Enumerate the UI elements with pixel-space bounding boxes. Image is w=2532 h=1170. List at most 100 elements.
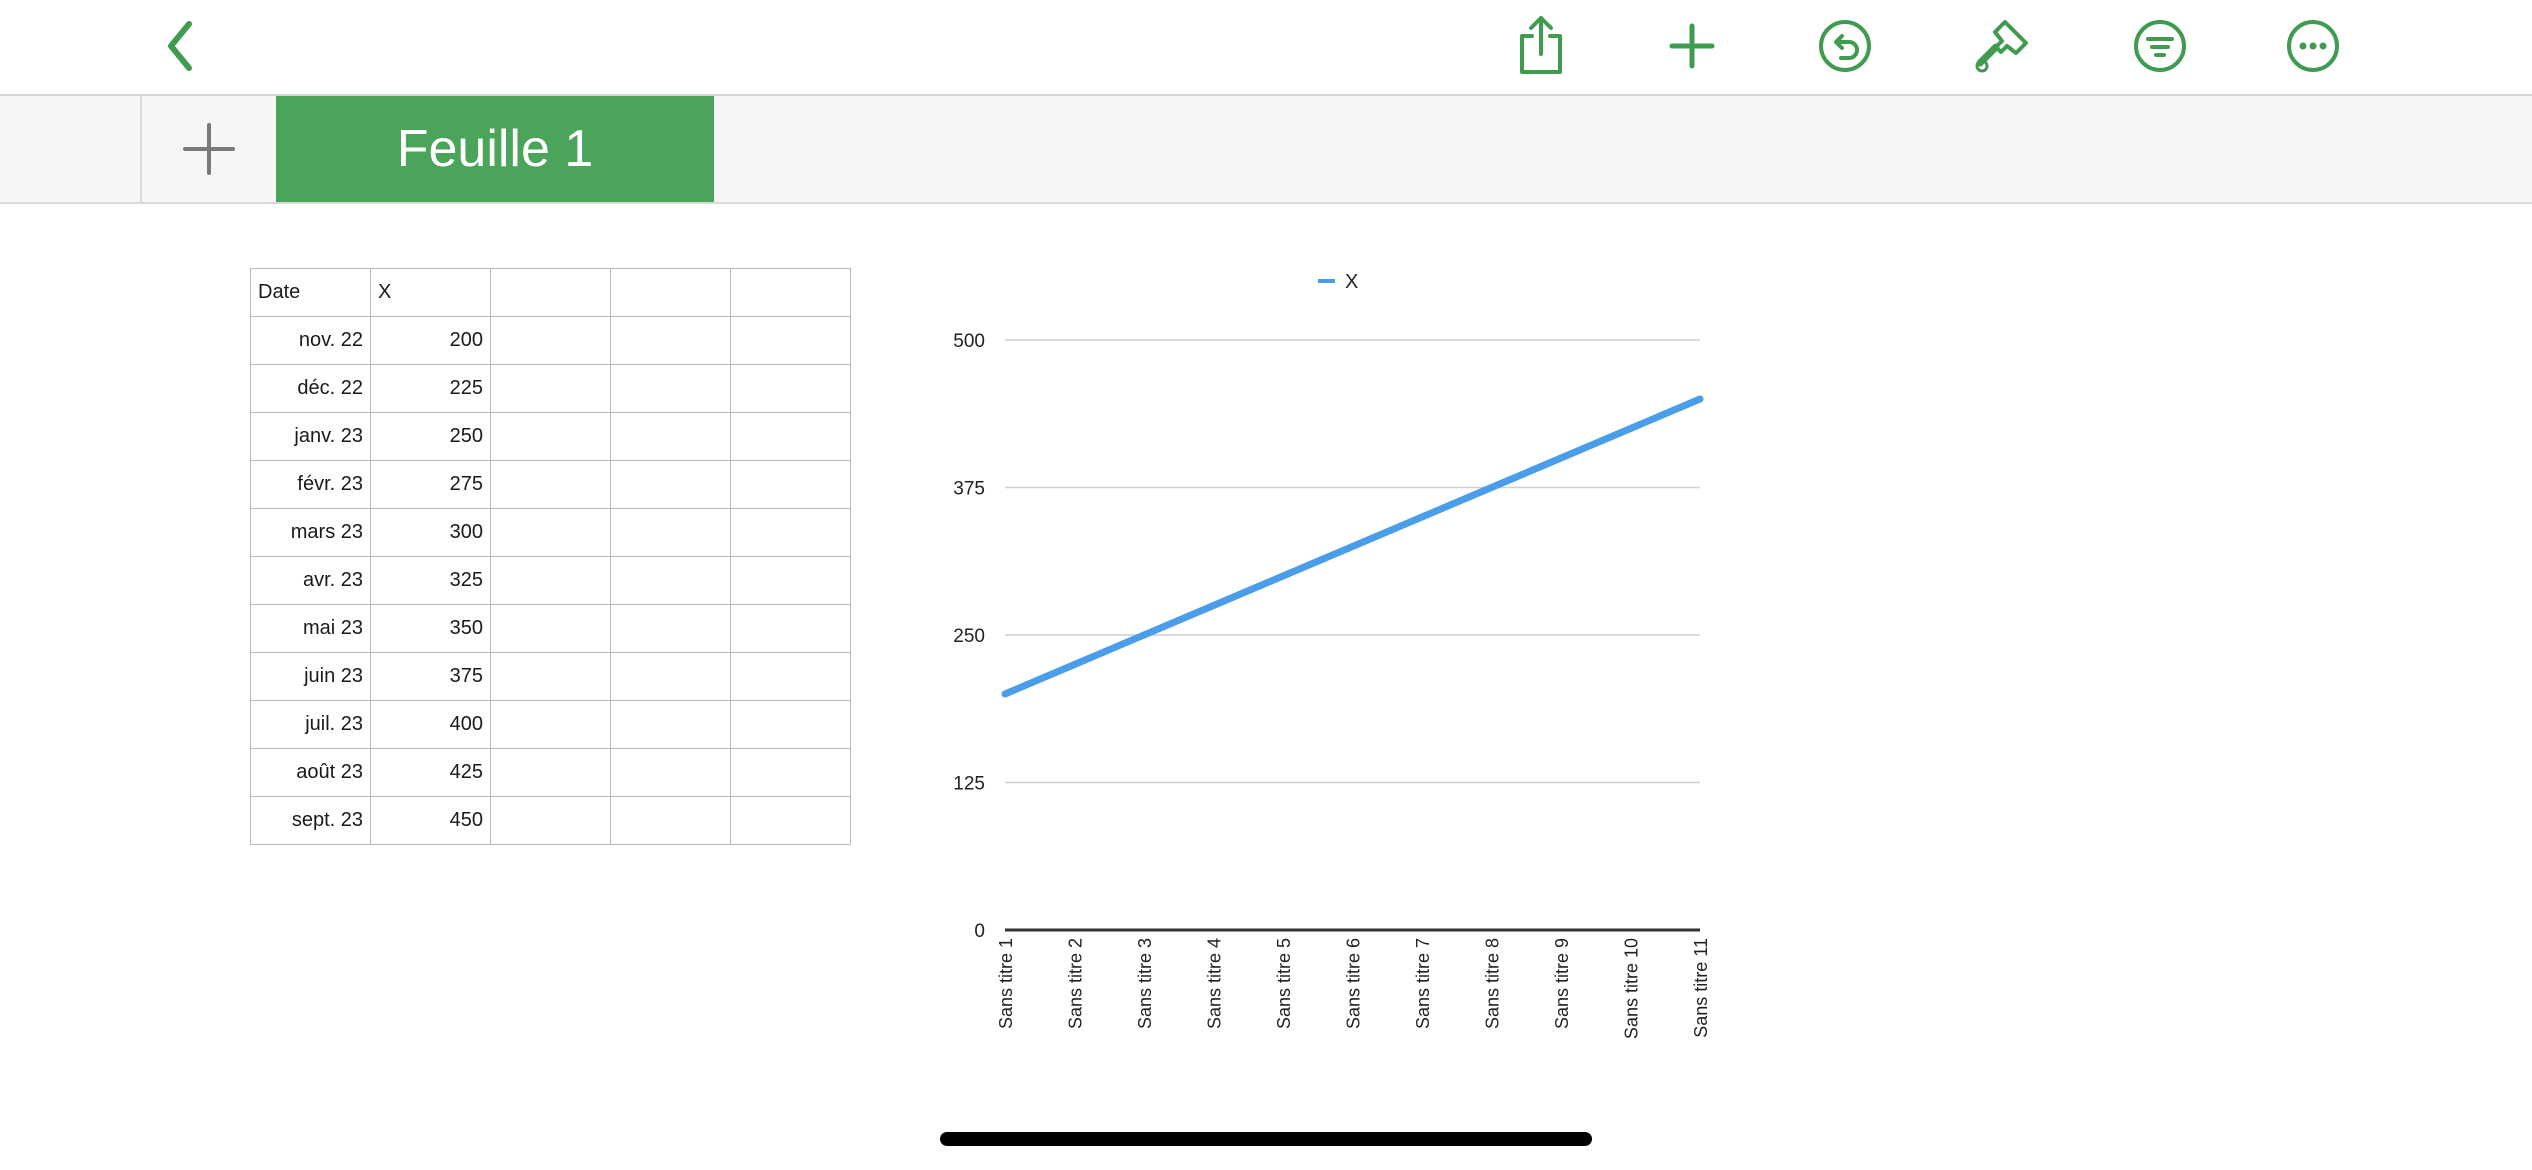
table-cell[interactable] — [610, 508, 731, 557]
table-cell[interactable]: janv. 23 — [250, 412, 371, 461]
header-cell[interactable]: X — [370, 268, 491, 317]
table-cell[interactable] — [730, 796, 851, 845]
table-cell[interactable] — [730, 508, 851, 557]
table-cell[interactable] — [610, 364, 731, 413]
home-indicator — [940, 1132, 1592, 1146]
back-button[interactable] — [146, 11, 216, 81]
table-cell[interactable] — [490, 796, 611, 845]
add-sheet-button[interactable] — [140, 96, 276, 202]
table-cell[interactable] — [490, 556, 611, 605]
table-cell[interactable] — [730, 748, 851, 797]
x-tick-label: Sans titre 7 — [1413, 938, 1433, 1029]
tab-feuille-1[interactable]: Feuille 1 — [276, 96, 714, 202]
undo-button[interactable] — [1810, 11, 1880, 81]
table-cell[interactable]: août 23 — [250, 748, 371, 797]
table-cell[interactable]: févr. 23 — [250, 460, 371, 509]
spreadsheet-table: Date Xnov. 22 200 déc. 22 225 janv. 23 250 févr… — [250, 268, 851, 845]
table-cell[interactable]: nov. 22 — [250, 316, 371, 365]
share-button[interactable] — [1506, 11, 1576, 81]
table-cell[interactable] — [610, 796, 731, 845]
table-cell[interactable]: mars 23 — [250, 508, 371, 557]
x-tick-label: Sans titre 9 — [1552, 938, 1572, 1029]
toolbar — [0, 0, 2532, 96]
table-cell[interactable] — [730, 412, 851, 461]
chevron-left-icon — [168, 21, 192, 71]
plus-icon — [1669, 23, 1715, 69]
table-cell[interactable] — [730, 364, 851, 413]
table-cell[interactable] — [490, 748, 611, 797]
table-cell[interactable] — [610, 700, 731, 749]
x-tick-label: Sans titre 4 — [1205, 938, 1225, 1029]
table-cell[interactable] — [610, 412, 731, 461]
table-cell[interactable] — [610, 748, 731, 797]
table-cell[interactable]: 225 — [370, 364, 491, 413]
table-cell[interactable]: juil. 23 — [250, 700, 371, 749]
table-cell[interactable] — [490, 700, 611, 749]
undo-icon — [1819, 20, 1871, 72]
table-cell[interactable] — [490, 316, 611, 365]
x-tick-label: Sans titre 6 — [1344, 938, 1364, 1029]
table-cell[interactable] — [730, 316, 851, 365]
data-point — [1488, 484, 1495, 491]
table-cell[interactable]: 350 — [370, 604, 491, 653]
y-tick-label: 375 — [953, 479, 985, 500]
table-cell[interactable] — [730, 556, 851, 605]
header-cell[interactable] — [730, 268, 851, 317]
organize-button[interactable] — [2125, 11, 2195, 81]
table-cell[interactable]: 425 — [370, 748, 491, 797]
table-cell[interactable]: 325 — [370, 556, 491, 605]
table-header-row: Date X — [250, 268, 851, 317]
share-icon — [1520, 16, 1562, 74]
format-button[interactable] — [1967, 11, 2037, 81]
line-chart: X 0 125 250 375 500 Sans titre 1 Sans titre 2 Sa… — [953, 271, 1711, 1039]
add-button[interactable] — [1657, 11, 1727, 81]
table-cell[interactable]: déc. 22 — [250, 364, 371, 413]
x-tick-label: Sans titre 1 — [996, 938, 1016, 1029]
table-row: juin 23 375 — [250, 652, 851, 701]
filter-icon — [2134, 20, 2186, 72]
table-cell[interactable]: juin 23 — [250, 652, 371, 701]
table-cell[interactable]: 300 — [370, 508, 491, 557]
more-button[interactable] — [2278, 11, 2348, 81]
table-row: déc. 22 225 — [250, 364, 851, 413]
header-cell[interactable] — [610, 268, 731, 317]
table-cell[interactable]: avr. 23 — [250, 556, 371, 605]
table-cell[interactable] — [490, 412, 611, 461]
header-cell[interactable]: Date — [250, 268, 371, 317]
table-cell[interactable] — [610, 460, 731, 509]
more-icon — [2287, 20, 2339, 72]
data-point — [1696, 395, 1704, 403]
table-cell[interactable] — [610, 652, 731, 701]
x-tick-label: Sans titre 2 — [1066, 938, 1086, 1029]
table-cell[interactable] — [610, 604, 731, 653]
data-point — [1279, 572, 1287, 580]
table-cell[interactable] — [610, 316, 731, 365]
table-cell[interactable]: 250 — [370, 412, 491, 461]
y-tick-label: 500 — [953, 331, 985, 352]
x-tick-label: Sans titre 10 — [1622, 938, 1642, 1039]
table-cell[interactable] — [730, 700, 851, 749]
table-cell[interactable] — [490, 652, 611, 701]
table-cell[interactable]: 400 — [370, 700, 491, 749]
table-cell[interactable] — [490, 460, 611, 509]
data-point — [1627, 425, 1634, 432]
table-cell[interactable] — [730, 460, 851, 509]
x-tick-label: Sans titre 8 — [1483, 938, 1503, 1029]
paintbrush-icon — [1975, 20, 2028, 73]
table-cell[interactable] — [610, 556, 731, 605]
table-cell[interactable] — [730, 652, 851, 701]
table-cell[interactable]: sept. 23 — [250, 796, 371, 845]
table-cell[interactable] — [490, 508, 611, 557]
y-tick-label: 250 — [953, 626, 985, 647]
table-cell[interactable]: 275 — [370, 460, 491, 509]
table-cell[interactable] — [490, 604, 611, 653]
table-cell[interactable]: 375 — [370, 652, 491, 701]
x-tick-label: Sans titre 3 — [1135, 938, 1155, 1029]
table-cell[interactable]: 200 — [370, 316, 491, 365]
table-row: avr. 23 325 — [250, 556, 851, 605]
table-cell[interactable] — [730, 604, 851, 653]
table-cell[interactable]: 450 — [370, 796, 491, 845]
header-cell[interactable] — [490, 268, 611, 317]
table-cell[interactable] — [490, 364, 611, 413]
table-cell[interactable]: mai 23 — [250, 604, 371, 653]
